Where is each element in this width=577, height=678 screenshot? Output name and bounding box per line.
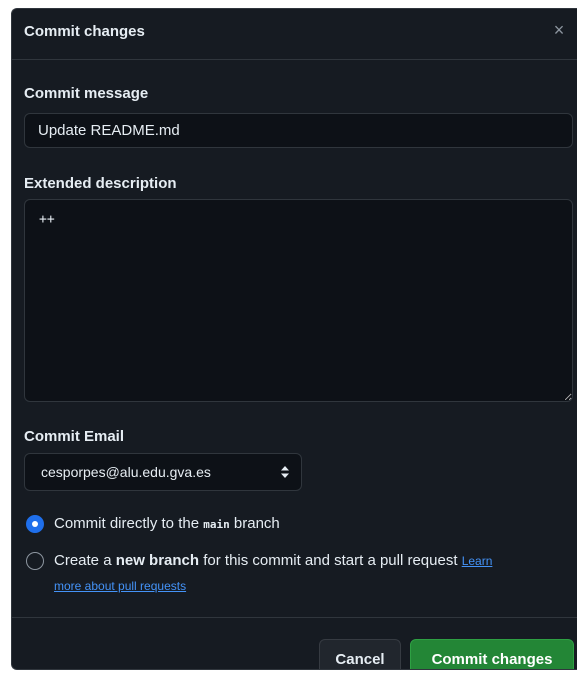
learn-more-link-continued[interactable]: more about pull requests xyxy=(54,579,186,593)
new-branch-suffix: for this commit and start a pull request xyxy=(199,552,462,569)
commit-changes-button[interactable]: Commit changes xyxy=(410,639,574,669)
commit-message-label: Commit message xyxy=(24,85,149,102)
commit-email-value: cesporpes@alu.edu.gva.es xyxy=(41,464,211,480)
dialog-header: Commit changes × xyxy=(12,9,577,60)
dialog-footer: Cancel Commit changes xyxy=(12,617,577,669)
new-branch-option[interactable]: Create a new branch for this commit and … xyxy=(26,552,566,598)
commit-directly-label: Commit directly to the main branch xyxy=(54,515,280,532)
commit-directly-prefix: Commit directly to the xyxy=(54,515,204,532)
new-branch-prefix: Create a xyxy=(54,552,116,569)
radio-unchecked-icon[interactable] xyxy=(26,552,44,570)
commit-message-input[interactable] xyxy=(24,113,573,148)
new-branch-label: Create a new branch for this commit and … xyxy=(54,552,492,569)
close-icon: × xyxy=(553,20,565,40)
select-arrows-icon xyxy=(281,466,289,478)
close-button[interactable]: × xyxy=(547,18,571,42)
dialog-title: Commit changes xyxy=(24,23,145,40)
commit-email-label: Commit Email xyxy=(24,428,125,445)
commit-changes-dialog: Commit changes × Commit message Extended… xyxy=(11,8,577,670)
radio-checked-icon[interactable] xyxy=(26,515,44,533)
commit-email-select[interactable]: cesporpes@alu.edu.gva.es xyxy=(24,453,302,491)
extended-description-textarea[interactable]: ++ xyxy=(24,199,573,402)
new-branch-bold: new branch xyxy=(115,552,200,569)
extended-description-label: Extended description xyxy=(24,175,177,192)
learn-more-link[interactable]: Learn xyxy=(462,554,493,568)
cancel-button[interactable]: Cancel xyxy=(319,639,401,669)
commit-directly-option[interactable]: Commit directly to the main branch xyxy=(26,515,546,535)
branch-name: main xyxy=(203,518,230,531)
commit-directly-suffix: branch xyxy=(229,515,280,532)
